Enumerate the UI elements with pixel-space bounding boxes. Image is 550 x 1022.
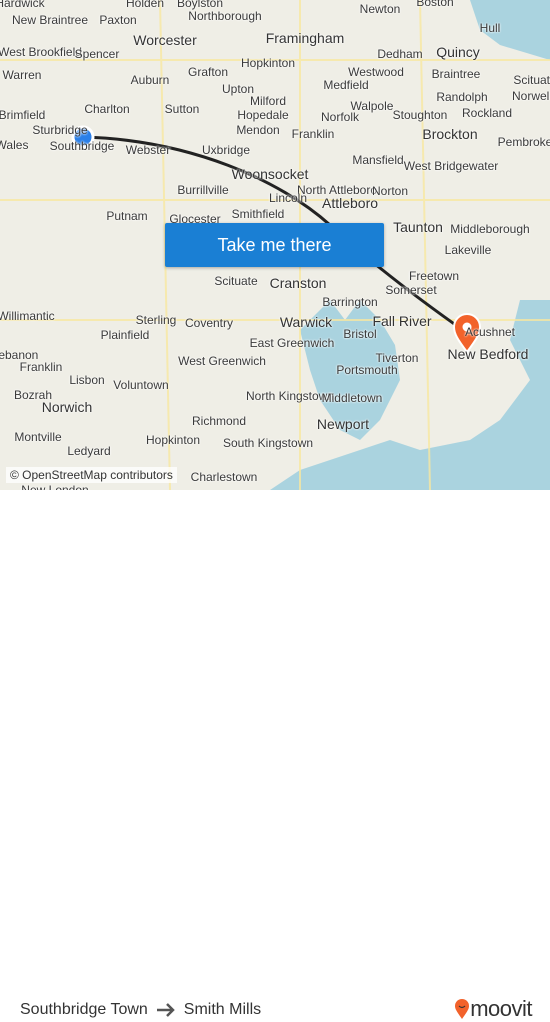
place-label: Brockton xyxy=(422,126,478,142)
place-label: West Brookfield xyxy=(0,45,82,59)
place-label: Auburn xyxy=(130,73,170,87)
place-label: Willimantic xyxy=(0,309,55,323)
place-label: Charlton xyxy=(84,102,130,116)
place-label: Burrillville xyxy=(177,183,229,197)
place-label: Newton xyxy=(359,2,401,16)
place-label: Randolph xyxy=(436,90,488,104)
place-label: Framingham xyxy=(265,30,345,46)
place-label: Scituate xyxy=(513,73,550,87)
place-label: Webster xyxy=(125,143,171,157)
place-label: Warwick xyxy=(279,314,333,330)
place-label: Hardwick xyxy=(0,0,45,10)
place-label: Fall River xyxy=(372,313,432,329)
place-label: West Bridgewater xyxy=(403,159,499,173)
place-label: Freetown xyxy=(408,269,460,283)
place-label: New Braintree xyxy=(11,13,89,27)
place-label: Sturbridge xyxy=(32,123,88,137)
place-label: Stoughton xyxy=(392,108,448,122)
arrow-right-icon xyxy=(156,1003,175,1017)
place-label: Norfolk xyxy=(320,110,360,124)
place-label: Dedham xyxy=(377,47,423,61)
place-label: Milford xyxy=(249,94,287,108)
place-label: Acushnet xyxy=(464,325,516,339)
place-label: Newport xyxy=(316,416,370,432)
destination-name: Smith Mills xyxy=(183,1001,262,1018)
place-label: Hopkinton xyxy=(145,433,201,447)
place-label: East Greenwich xyxy=(249,336,335,350)
place-label: Bristol xyxy=(343,327,377,341)
place-label: West Greenwich xyxy=(178,354,266,368)
place-label: Norwell xyxy=(511,89,550,103)
place-label: Worcester xyxy=(133,32,197,48)
place-label: New London xyxy=(21,483,89,490)
moovit-wordmark: moovit xyxy=(470,996,532,1021)
origin-name: Southbridge Town xyxy=(20,1001,148,1018)
place-label: Hopedale xyxy=(237,108,289,122)
place-label: Holden xyxy=(125,0,165,10)
place-label: Hopkinton xyxy=(240,56,296,70)
place-label: Lincoln xyxy=(268,191,308,205)
place-label: Northborough xyxy=(188,9,262,23)
place-label: Southbridge xyxy=(49,139,115,153)
place-label: Putnam xyxy=(106,209,148,223)
place-label: Barrington xyxy=(322,295,378,309)
place-label: Smithfield xyxy=(231,207,285,221)
place-label: Medfield xyxy=(323,78,369,92)
moovit-logo[interactable]: moovit xyxy=(454,996,532,1022)
place-label: Richmond xyxy=(191,414,247,428)
place-label: New Bedford xyxy=(447,346,529,362)
place-label: Warren xyxy=(2,68,42,82)
place-label: Rockland xyxy=(461,106,513,120)
place-label: Braintree xyxy=(431,67,481,81)
footer: Southbridge Town Smith Mills moovit xyxy=(0,490,550,1021)
place-label: Franklin xyxy=(291,127,335,141)
place-label: Westwood xyxy=(348,65,404,79)
place-label: Franklin xyxy=(19,360,63,374)
place-label: Grafton xyxy=(187,65,229,79)
place-label: Charlestown xyxy=(190,470,258,484)
place-label: South Kingstown xyxy=(222,436,314,450)
place-label: Somerset xyxy=(385,283,437,297)
place-label: Norwich xyxy=(41,399,93,415)
place-label: Attleboro xyxy=(321,195,379,211)
place-label: Woonsocket xyxy=(231,166,309,182)
place-label: Paxton xyxy=(99,13,137,27)
place-label: Spencer xyxy=(74,47,120,61)
place-label: Cranston xyxy=(269,275,327,291)
place-label: Mansfield xyxy=(352,153,404,167)
place-label: Sutton xyxy=(164,102,200,116)
place-label: Ledyard xyxy=(67,444,111,458)
route-summary: Southbridge Town Smith Mills xyxy=(20,1001,261,1019)
place-label: Pembroke xyxy=(497,135,550,149)
place-label: Coventry xyxy=(184,316,234,330)
place-label: Wales xyxy=(0,138,29,152)
place-label: Taunton xyxy=(393,219,443,235)
take-me-there-button[interactable]: Take me there xyxy=(165,223,384,267)
place-label: Brimfield xyxy=(0,108,46,122)
place-label: Lisbon xyxy=(69,373,105,387)
place-label: Middletown xyxy=(321,391,383,405)
place-label: Uxbridge xyxy=(201,143,251,157)
place-label: Scituate xyxy=(214,274,258,288)
place-label: Plainfield xyxy=(100,328,150,342)
map-attribution[interactable]: © OpenStreetMap contributors xyxy=(6,467,177,483)
place-label: Mendon xyxy=(236,123,280,137)
place-label: Voluntown xyxy=(113,378,169,392)
place-label: Portsmouth xyxy=(336,363,398,377)
place-label: Hull xyxy=(479,21,501,35)
place-label: Boston xyxy=(416,0,454,9)
place-label: Quincy xyxy=(436,44,480,60)
map[interactable]: Hardwick Holden Boylston Newton Boston Paxton… xyxy=(0,0,550,490)
place-label: Middleborough xyxy=(450,222,530,236)
moovit-pin-icon xyxy=(455,999,470,1019)
place-label: Montville xyxy=(14,430,62,444)
place-label: Sterling xyxy=(135,313,177,327)
place-label: Lakeville xyxy=(444,243,492,257)
